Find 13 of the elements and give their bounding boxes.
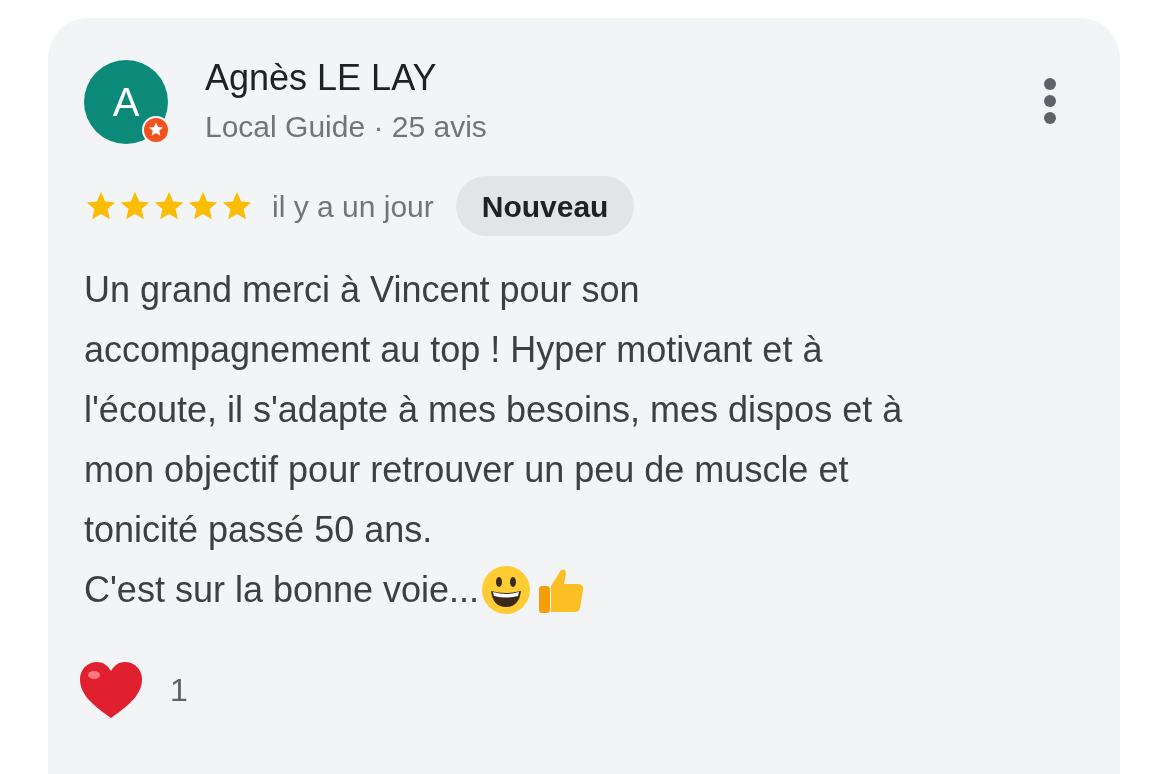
author-subtitle: Local Guide · 25 avis [205, 109, 487, 145]
grinning-face-icon [481, 565, 532, 615]
review-time: il y a un jour [272, 188, 434, 225]
heart-reaction-button[interactable] [78, 660, 144, 720]
heart-icon [78, 660, 144, 720]
avatar[interactable]: A [84, 60, 168, 144]
more-options-button[interactable] [1042, 76, 1058, 126]
review-text: Un grand merci à Vincent pour son accompagnement au top ! Hyper motivant et à l'écoute, il s'adapte à mes besoins, mes dispos et à mon objectif pour retrouver un peu de muscle et tonicité passé 50 ans. C'est sur la bonne voie... [84, 260, 1080, 620]
local-guide-badge-icon [142, 116, 170, 144]
kebab-menu-icon [1044, 78, 1056, 124]
author-name[interactable]: Agnès LE LAY [205, 56, 487, 100]
reaction-count: 1 [170, 671, 188, 710]
new-badge: Nouveau [455, 176, 635, 236]
